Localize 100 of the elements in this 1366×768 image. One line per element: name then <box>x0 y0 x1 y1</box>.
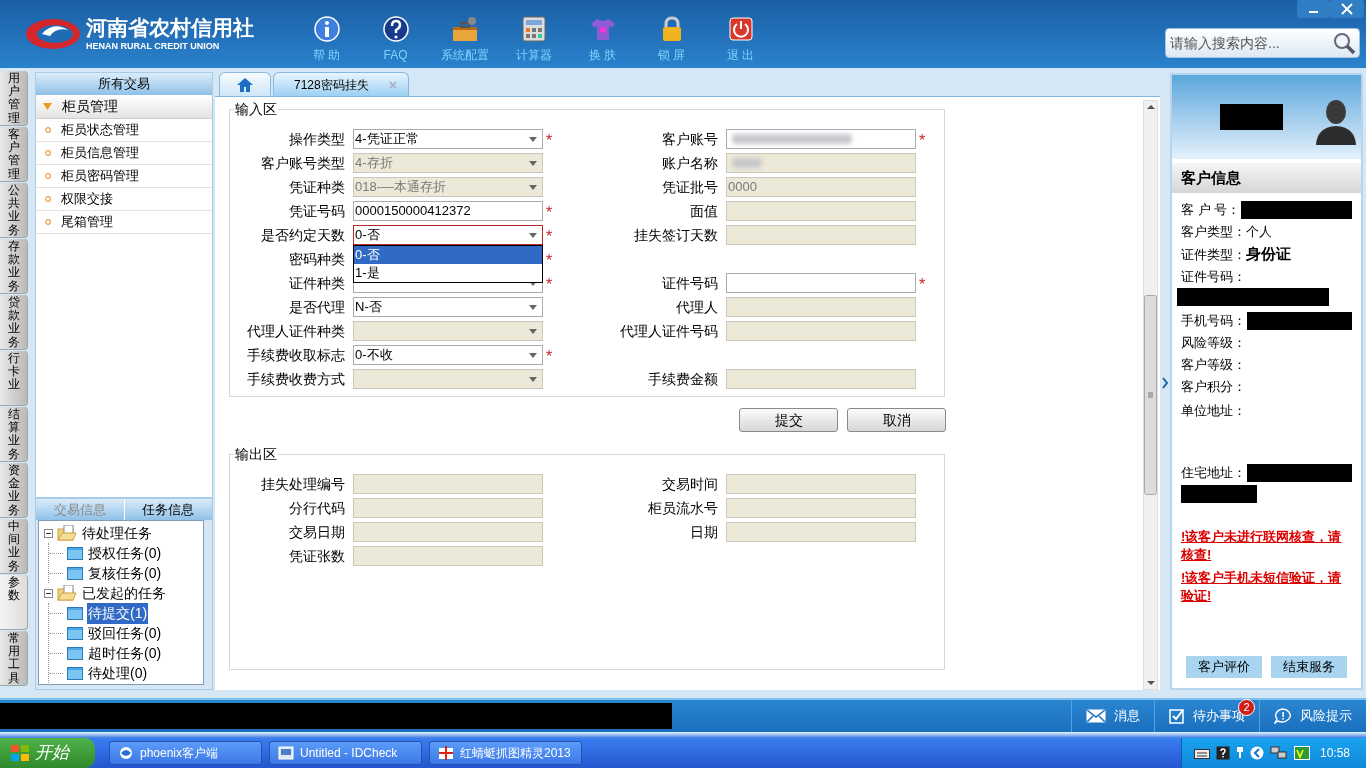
side-tab[interactable]: 贷款业务 <box>0 295 28 350</box>
bullet-icon <box>45 173 51 179</box>
group-header[interactable]: 柜员管理 <box>36 95 212 119</box>
field-value: 个人 <box>1246 223 1272 242</box>
home-tab[interactable] <box>219 72 271 96</box>
field-label: 证件种类 <box>289 273 345 293</box>
field-label: 账户名称 <box>662 153 718 173</box>
field-label: 证件号码 <box>662 273 718 293</box>
scrollbar[interactable] <box>1143 100 1158 690</box>
tree-item[interactable]: 复核任务(0) <box>87 562 163 584</box>
field-value: 身份证 <box>1246 244 1291 264</box>
folder-icon <box>67 546 83 560</box>
side-tab[interactable]: 结算业务 <box>0 407 28 462</box>
field-label: 代理人 <box>676 297 718 317</box>
side-tab[interactable]: 客户管理 <box>0 127 28 182</box>
tree-item[interactable]: 待提交(1) <box>87 602 149 624</box>
collapse-icon[interactable] <box>44 528 53 538</box>
menu-item[interactable]: 柜员密码管理 <box>36 165 212 188</box>
dropdown-option[interactable]: 0-否 <box>354 246 542 264</box>
side-tab[interactable]: 行卡业 <box>0 351 28 406</box>
side-tab[interactable]: 用户管理 <box>0 71 28 126</box>
text-field[interactable] <box>726 273 916 293</box>
required-mark: * <box>546 251 553 269</box>
minimize-button[interactable] <box>1297 0 1330 18</box>
tree-item[interactable]: 待处理任务 <box>82 522 152 544</box>
search-field[interactable]: 请输入搜索内容... <box>1165 28 1360 58</box>
warning-link[interactable]: !该客户未进行联网核查，请核查! <box>1181 527 1352 564</box>
collapse-icon[interactable] <box>44 588 53 598</box>
field-label: 操作类型 <box>289 129 345 149</box>
field-label: 单位地址： <box>1181 401 1246 420</box>
logo-icon <box>24 17 82 51</box>
side-tab[interactable]: 常用工具 <box>0 631 28 686</box>
help-icon[interactable] <box>1216 746 1230 760</box>
app-icon[interactable] <box>1294 746 1310 760</box>
calculator-icon <box>520 14 547 43</box>
tree-item[interactable]: 授权任务(0) <box>87 542 163 564</box>
bullet-icon <box>45 219 51 225</box>
document-tab[interactable]: 7128密码挂失 <box>273 72 409 96</box>
field-label: 代理人证件号码 <box>620 321 718 341</box>
help-icon <box>381 14 410 43</box>
warning-link[interactable]: !该客户手机未短信验证，请验证! <box>1181 568 1352 605</box>
field-label: 柜员流水号 <box>648 498 718 518</box>
menu-item[interactable]: 柜员状态管理 <box>36 119 212 142</box>
menu-item[interactable]: 权限交接 <box>36 188 212 211</box>
field-label: 代理人证件种类 <box>247 321 345 341</box>
folder-icon <box>67 626 83 640</box>
text-field[interactable] <box>726 129 916 149</box>
scroll-thumb[interactable] <box>1144 295 1157 495</box>
field-label: 手续费收费方式 <box>247 369 345 389</box>
field-label: 住宅地址： <box>1181 463 1246 482</box>
field-label: 凭证号码 <box>289 201 345 221</box>
required-mark: * <box>546 131 553 149</box>
tree-item[interactable]: 已发起的任务 <box>82 582 166 604</box>
field-label: 交易时间 <box>662 474 718 494</box>
redaction-bar <box>1220 104 1283 130</box>
field-label: 手机号码： <box>1181 311 1246 330</box>
network-icon[interactable] <box>1270 746 1288 760</box>
panel-header: 所有交易 <box>36 73 212 95</box>
action-button[interactable]: 取消 <box>847 408 946 432</box>
dropdown-field[interactable]: 4-凭证正常 <box>353 129 543 149</box>
side-tab[interactable]: 资金业务 <box>0 463 28 518</box>
field-label: 面值 <box>690 201 718 221</box>
gift-icon <box>438 745 454 761</box>
side-tab[interactable]: 存款业务 <box>0 239 28 294</box>
field-label: 客 户 号： <box>1181 201 1241 220</box>
section-title: 输入区 <box>234 100 278 119</box>
tree-item[interactable]: 待处理(0) <box>87 662 149 684</box>
envelope-icon <box>1086 709 1106 723</box>
panel-button[interactable]: 结束服务 <box>1271 656 1347 678</box>
dropdown-field[interactable]: 0-否 <box>353 225 543 245</box>
text-field[interactable]: 0000150000412372 <box>353 201 543 221</box>
field-label: 手续费金额 <box>648 369 718 389</box>
pin-icon[interactable] <box>1236 746 1244 760</box>
dropdown-field[interactable]: N-否 <box>353 297 543 317</box>
field-label: 是否约定天数 <box>261 225 345 245</box>
dropdown-field[interactable]: 0-不收 <box>353 345 543 365</box>
panel-button[interactable]: 客户评价 <box>1186 656 1262 678</box>
tree-item[interactable]: 超时任务(0) <box>87 642 163 664</box>
side-tab[interactable]: 中间业务 <box>0 519 28 574</box>
checkbox-icon <box>1169 708 1185 724</box>
dropdown-arrow-icon[interactable] <box>529 280 537 286</box>
required-mark: * <box>546 275 553 293</box>
side-tab[interactable]: 公共业务 <box>0 183 28 238</box>
required-mark: * <box>546 203 553 221</box>
bullet-icon <box>45 127 51 133</box>
keyboard-icon[interactable] <box>1194 747 1210 759</box>
close-button[interactable] <box>1330 0 1364 18</box>
field-label: 日期 <box>690 522 718 542</box>
search-icon[interactable] <box>1332 31 1356 55</box>
menu-item[interactable]: 尾箱管理 <box>36 211 212 234</box>
required-mark: * <box>546 347 553 365</box>
side-tab[interactable]: 参数 <box>0 575 28 630</box>
dropdown-option[interactable]: 1-是 <box>354 264 542 282</box>
folder-icon <box>67 646 83 660</box>
tree-item[interactable]: 驳回任务(0) <box>87 622 163 644</box>
speech-bubble-icon <box>1274 708 1292 724</box>
logo-subtitle: HENAN RURAL CREDIT UNION <box>86 40 221 52</box>
menu-item[interactable]: 柜员信息管理 <box>36 142 212 165</box>
info-icon <box>312 14 341 43</box>
action-button[interactable]: 提交 <box>739 408 838 432</box>
